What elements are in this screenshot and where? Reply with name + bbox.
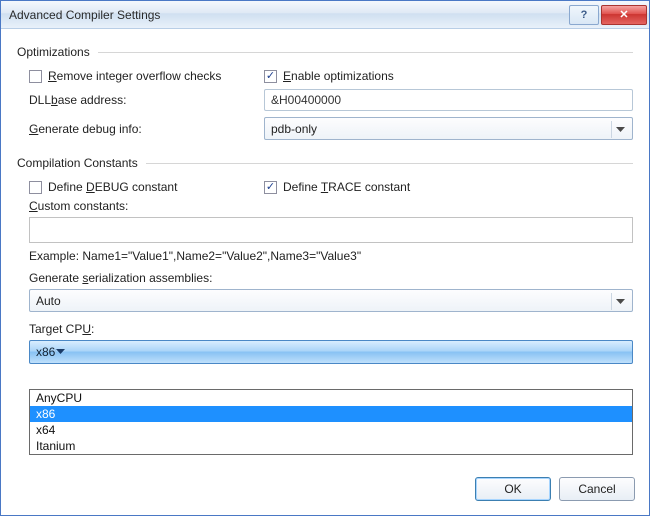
chevron-down-icon bbox=[611, 293, 628, 310]
debug-info-value: pdb-only bbox=[271, 122, 317, 136]
group-constants-label: Compilation Constants bbox=[17, 156, 146, 170]
cancel-button[interactable]: Cancel bbox=[559, 477, 635, 501]
target-cpu-select[interactable]: x86 bbox=[29, 340, 633, 364]
remove-overflow-label: Remove integer overflow checks bbox=[48, 69, 221, 83]
checkbox-icon bbox=[29, 70, 42, 83]
row-dll-base: DLL base address: bbox=[29, 89, 633, 111]
group-optimizations-label: Optimizations bbox=[17, 45, 98, 59]
target-cpu-option[interactable]: x64 bbox=[30, 422, 632, 438]
checkbox-icon: ✓ bbox=[264, 70, 277, 83]
target-cpu-value: x86 bbox=[36, 345, 55, 359]
target-cpu-option[interactable]: AnyCPU bbox=[30, 390, 632, 406]
serialization-value: Auto bbox=[36, 294, 61, 308]
define-trace-label: Define TRACE constant bbox=[283, 180, 410, 194]
divider bbox=[146, 163, 633, 164]
window-controls: ? ✕ bbox=[567, 5, 647, 25]
enable-optimizations-label: Enable optimizations bbox=[283, 69, 394, 83]
help-icon: ? bbox=[581, 9, 588, 21]
row-debug-info: Generate debug info: pdb-only bbox=[29, 117, 633, 140]
checkbox-icon bbox=[29, 181, 42, 194]
dialog-footer: OK Cancel bbox=[1, 467, 649, 515]
dialog-window: Advanced Compiler Settings ? ✕ Optimizat… bbox=[0, 0, 650, 516]
target-cpu-dropdown: AnyCPUx86x64Itanium bbox=[29, 389, 633, 455]
target-cpu-option[interactable]: x86 bbox=[30, 406, 632, 422]
target-cpu-option[interactable]: Itanium bbox=[30, 438, 632, 454]
dialog-body: Optimizations Remove integer overflow ch… bbox=[1, 29, 649, 467]
close-button[interactable]: ✕ bbox=[601, 5, 647, 25]
window-title: Advanced Compiler Settings bbox=[9, 8, 567, 22]
define-debug-label: Define DEBUG constant bbox=[48, 180, 177, 194]
debug-info-select[interactable]: pdb-only bbox=[264, 117, 633, 140]
dll-base-input[interactable] bbox=[264, 89, 633, 111]
row-overflow-and-opt: Remove integer overflow checks ✓ Enable … bbox=[29, 69, 633, 83]
chevron-down-icon bbox=[611, 121, 628, 138]
debug-info-label: Generate debug info: bbox=[29, 117, 264, 140]
serialization-label: Generate serialization assemblies: bbox=[29, 271, 633, 285]
help-button[interactable]: ? bbox=[569, 5, 599, 25]
define-debug-checkbox[interactable]: Define DEBUG constant bbox=[29, 180, 264, 194]
checkbox-icon: ✓ bbox=[264, 181, 277, 194]
titlebar: Advanced Compiler Settings ? ✕ bbox=[1, 1, 649, 29]
remove-overflow-checkbox[interactable]: Remove integer overflow checks bbox=[29, 69, 264, 83]
group-constants: Compilation Constants bbox=[17, 156, 633, 170]
custom-constants-label: Custom constants: bbox=[29, 199, 633, 213]
enable-optimizations-checkbox[interactable]: ✓ Enable optimizations bbox=[264, 69, 394, 83]
dll-base-label: DLL base address: bbox=[29, 89, 264, 111]
example-text: Example: Name1="Value1",Name2="Value2",N… bbox=[29, 249, 633, 263]
group-optimizations: Optimizations bbox=[17, 45, 633, 59]
serialization-select[interactable]: Auto bbox=[29, 289, 633, 312]
target-cpu-label: Target CPU: bbox=[29, 322, 633, 336]
divider bbox=[98, 52, 633, 53]
define-trace-checkbox[interactable]: ✓ Define TRACE constant bbox=[264, 180, 410, 194]
row-debug-trace: Define DEBUG constant ✓ Define TRACE con… bbox=[29, 180, 633, 194]
custom-constants-input[interactable] bbox=[29, 217, 633, 243]
close-icon: ✕ bbox=[619, 8, 628, 21]
ok-button[interactable]: OK bbox=[475, 477, 551, 501]
chevron-down-icon bbox=[55, 349, 65, 355]
